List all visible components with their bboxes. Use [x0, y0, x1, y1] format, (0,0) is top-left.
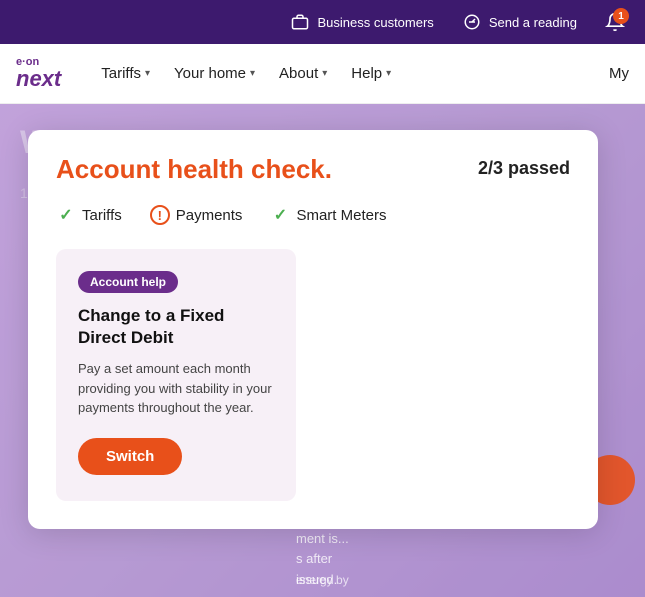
my-label: My	[609, 65, 629, 82]
check-item-tariffs: ✓ Tariffs	[56, 205, 122, 225]
meter-icon	[462, 12, 482, 32]
nav-bar: e·on next Tariffs ▾ Your home ▾ About ▾ …	[0, 44, 645, 104]
check-payments-label: Payments	[176, 207, 243, 224]
about-label: About	[279, 65, 318, 82]
nav-help[interactable]: Help ▾	[341, 57, 401, 90]
check-tariffs-label: Tariffs	[82, 207, 122, 224]
notification-badge: 1	[613, 8, 629, 24]
notification-link[interactable]: 1	[605, 12, 625, 32]
nav-my-account[interactable]: My	[609, 65, 629, 82]
tariffs-label: Tariffs	[101, 65, 141, 82]
card-title: Change to a Fixed Direct Debit	[78, 305, 274, 349]
payment-desc2: ment is...	[296, 529, 629, 550]
nav-about[interactable]: About ▾	[269, 57, 337, 90]
briefcase-icon	[290, 12, 310, 32]
card-description: Pay a set amount each month providing yo…	[78, 359, 274, 418]
card-badge: Account help	[78, 271, 178, 293]
energy-label-container: energy by	[280, 567, 645, 597]
help-chevron: ▾	[386, 68, 391, 79]
energy-label: energy by	[296, 573, 629, 587]
account-help-card: Account help Change to a Fixed Direct De…	[56, 249, 296, 501]
check-item-payments: ! Payments	[150, 205, 243, 225]
your-home-chevron: ▾	[250, 68, 255, 79]
tariffs-pass-icon: ✓	[56, 205, 76, 225]
modal-title: Account health check.	[56, 154, 332, 185]
modal-header: Account health check. 2/3 passed	[56, 154, 570, 185]
check-item-smart-meters: ✓ Smart Meters	[270, 205, 386, 225]
main-nav: Tariffs ▾ Your home ▾ About ▾ Help ▾	[91, 57, 609, 90]
help-label: Help	[351, 65, 382, 82]
logo[interactable]: e·on next	[16, 57, 61, 90]
business-customers-link[interactable]: Business customers	[290, 12, 433, 32]
payments-warn-icon: !	[150, 205, 170, 225]
logo-next: next	[16, 68, 61, 90]
your-home-label: Your home	[174, 65, 246, 82]
smart-meters-pass-icon: ✓	[270, 205, 290, 225]
health-check-modal: Account health check. 2/3 passed ✓ Tarif…	[28, 130, 598, 529]
tariffs-chevron: ▾	[145, 68, 150, 79]
switch-button[interactable]: Switch	[78, 438, 182, 475]
check-items-list: ✓ Tariffs ! Payments ✓ Smart Meters	[56, 205, 570, 225]
business-customers-label: Business customers	[317, 15, 433, 30]
bell-icon-wrapper: 1	[605, 12, 625, 32]
check-smart-meters-label: Smart Meters	[296, 207, 386, 224]
send-reading-link[interactable]: Send a reading	[462, 12, 577, 32]
nav-tariffs[interactable]: Tariffs ▾	[91, 57, 160, 90]
nav-your-home[interactable]: Your home ▾	[164, 57, 265, 90]
about-chevron: ▾	[322, 68, 327, 79]
modal-score: 2/3 passed	[478, 158, 570, 179]
top-bar: Business customers Send a reading 1	[0, 0, 645, 44]
send-reading-label: Send a reading	[489, 15, 577, 30]
